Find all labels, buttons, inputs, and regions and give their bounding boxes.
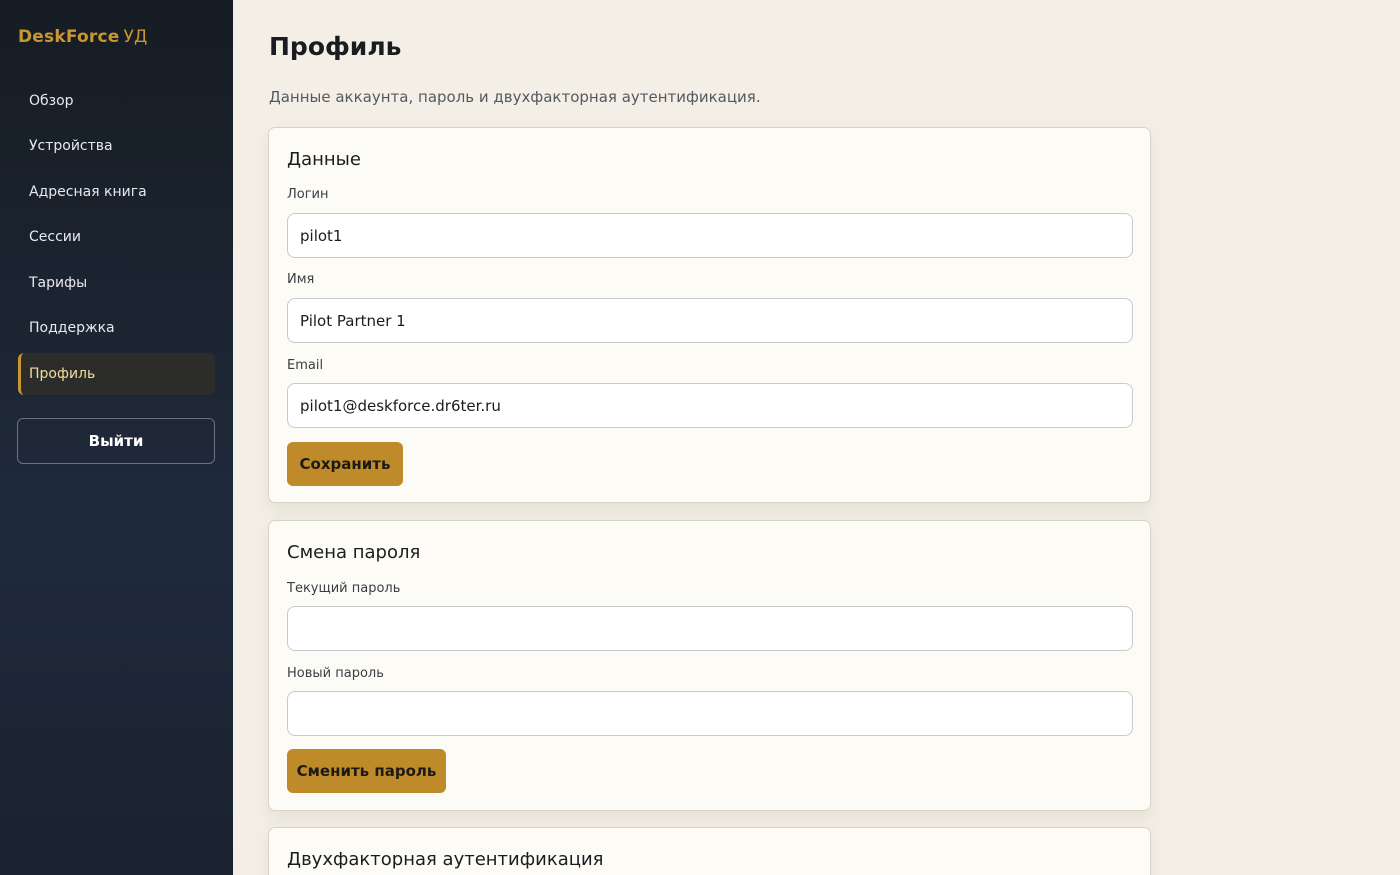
password-change-card: Смена пароля Текущий пароль Новый пароль… <box>268 520 1151 811</box>
card-title: Данные <box>287 149 361 170</box>
sidebar-item-devices[interactable]: Устройства <box>18 125 215 167</box>
sidebar-item-overview[interactable]: Обзор <box>18 80 215 122</box>
sidebar-item-profile[interactable]: Профиль <box>18 353 215 395</box>
current-password-input[interactable] <box>287 606 1133 651</box>
sidebar-item-address-book[interactable]: Адресная книга <box>18 171 215 213</box>
page-title: Профиль <box>269 32 402 61</box>
sidebar-item-label: Обзор <box>29 93 74 109</box>
card-title: Смена пароля <box>287 542 421 563</box>
login-input[interactable]: pilot1 <box>287 213 1133 258</box>
sidebar-item-label: Поддержка <box>29 320 115 336</box>
page-subtitle: Данные аккаунта, пароль и двухфакторная … <box>269 88 761 106</box>
brand-suffix: УД <box>123 27 148 47</box>
brand-logo[interactable]: DeskForce УД <box>18 27 148 47</box>
new-password-label: Новый пароль <box>287 666 384 681</box>
name-input[interactable]: Pilot Partner 1 <box>287 298 1133 343</box>
login-value: pilot1 <box>300 226 343 245</box>
sidebar-item-label: Адресная книга <box>29 184 147 200</box>
sidebar-item-label: Устройства <box>29 138 113 154</box>
sidebar-item-label: Тарифы <box>29 275 88 291</box>
sidebar-item-tariffs[interactable]: Тарифы <box>18 262 215 304</box>
new-password-input[interactable] <box>287 691 1133 736</box>
save-button[interactable]: Сохранить <box>287 442 403 486</box>
sidebar-item-label: Профиль <box>29 366 96 382</box>
profile-data-card: Данные Логин pilot1 Имя Pilot Partner 1 … <box>268 127 1151 503</box>
card-title: Двухфакторная аутентификация <box>287 849 604 870</box>
current-password-label: Текущий пароль <box>287 581 401 596</box>
sidebar-item-support[interactable]: Поддержка <box>18 307 215 349</box>
email-input[interactable]: pilot1@deskforce.dr6ter.ru <box>287 383 1133 428</box>
sidebar: DeskForce УД Обзор Устройства Адресная кн… <box>0 0 233 875</box>
email-value: pilot1@deskforce.dr6ter.ru <box>300 396 501 415</box>
sidebar-item-label: Сессии <box>29 229 81 245</box>
two-factor-card: Двухфакторная аутентификация <box>268 827 1151 875</box>
name-label: Имя <box>287 272 315 287</box>
logout-button[interactable]: Выйти <box>17 418 215 464</box>
change-password-button[interactable]: Сменить пароль <box>287 749 446 793</box>
sidebar-item-sessions[interactable]: Сессии <box>18 216 215 258</box>
brand-name: DeskForce <box>18 27 120 47</box>
login-label: Логин <box>287 187 329 202</box>
email-label: Email <box>287 358 324 373</box>
name-value: Pilot Partner 1 <box>300 311 406 330</box>
